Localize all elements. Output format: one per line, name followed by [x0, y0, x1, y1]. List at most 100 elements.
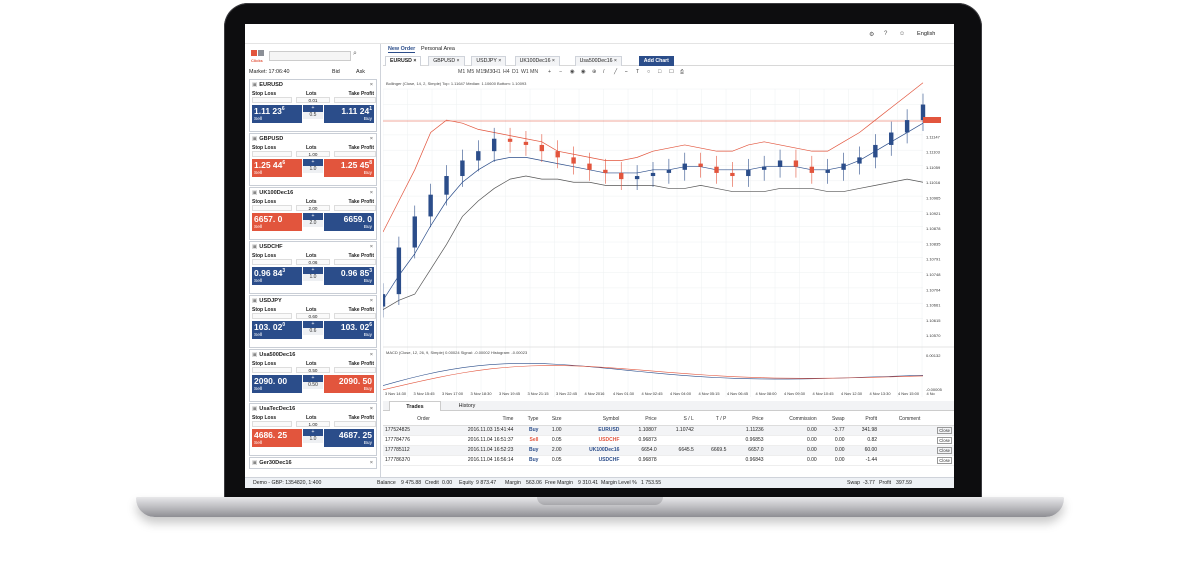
- drawing-tool-icon[interactable]: □: [658, 69, 661, 75]
- close-trade-button[interactable]: Close: [937, 446, 952, 454]
- table-row[interactable]: 177785112 2016.11.04 16:52:23 Buy 2.00 U…: [383, 445, 954, 456]
- drawing-tool-icon[interactable]: ╱: [614, 69, 617, 75]
- drawing-tool-icon[interactable]: ⎙: [680, 69, 684, 76]
- symbol-search-input[interactable]: [269, 51, 351, 61]
- stop-loss-input[interactable]: [252, 313, 292, 319]
- language-selector[interactable]: English: [917, 31, 935, 37]
- timeframe-w1[interactable]: W1: [521, 69, 529, 75]
- take-profit-input[interactable]: [334, 205, 376, 211]
- timeframe-h1[interactable]: H1: [494, 69, 501, 75]
- lots-input[interactable]: 2.00: [296, 205, 330, 211]
- close-icon[interactable]: ×: [370, 82, 373, 88]
- tab-chart-uk100dec16[interactable]: UK100Dec16 ×: [514, 56, 560, 66]
- column-header[interactable]: Commission: [765, 414, 819, 426]
- plus-icon[interactable]: +: [303, 213, 323, 220]
- plus-icon[interactable]: +: [303, 267, 323, 274]
- stop-loss-input[interactable]: [252, 421, 292, 427]
- drawing-tool-icon[interactable]: ⎯: [625, 69, 628, 76]
- sell-button[interactable]: 1.25 446 Sell: [252, 159, 302, 177]
- settings-icon[interactable]: ⚙: [869, 31, 874, 38]
- close-icon[interactable]: ×: [370, 244, 373, 250]
- close-trade-button[interactable]: Close: [937, 456, 952, 464]
- buy-button[interactable]: 4687. 25 Buy: [324, 429, 374, 447]
- close-icon[interactable]: ×: [370, 298, 373, 304]
- close-icon[interactable]: ×: [370, 190, 373, 196]
- timeframe-mn[interactable]: MN: [530, 69, 538, 75]
- tab-new-order[interactable]: New Order: [388, 46, 416, 53]
- lots-input[interactable]: 0.60: [296, 313, 330, 319]
- drawing-tool-icon[interactable]: /: [603, 69, 604, 75]
- timeframe-h4[interactable]: H4: [503, 69, 510, 75]
- take-profit-input[interactable]: [334, 421, 376, 427]
- drawing-tool-icon[interactable]: ◉: [570, 69, 575, 75]
- drawing-tool-icon[interactable]: ☐: [669, 69, 674, 75]
- plus-icon[interactable]: +: [303, 429, 323, 436]
- tab-chart-gbpusd[interactable]: GBPUSD ×: [428, 56, 465, 66]
- column-header[interactable]: Type: [515, 414, 541, 426]
- stop-loss-input[interactable]: [252, 259, 292, 265]
- column-header[interactable]: Order: [383, 414, 432, 426]
- close-trade-button[interactable]: Close: [937, 436, 952, 444]
- column-header[interactable]: Price: [728, 414, 766, 426]
- column-header[interactable]: T / P: [695, 414, 729, 426]
- plus-icon[interactable]: +: [303, 375, 323, 382]
- search-icon[interactable]: ⌕: [353, 50, 357, 58]
- tab-personal-area[interactable]: Personal Area: [421, 46, 455, 52]
- stop-loss-input[interactable]: [252, 205, 292, 211]
- tab-chart-eurusd[interactable]: EURUSD ×: [385, 56, 422, 66]
- plus-icon[interactable]: +: [303, 321, 323, 328]
- take-profit-input[interactable]: [334, 367, 376, 373]
- help-icon[interactable]: ?: [884, 31, 887, 37]
- lots-input[interactable]: 0.06: [296, 259, 330, 265]
- take-profit-input[interactable]: [334, 151, 376, 157]
- user-icon[interactable]: ☺: [899, 31, 905, 37]
- lots-input[interactable]: 0.50: [296, 367, 330, 373]
- column-header[interactable]: Size: [540, 414, 564, 426]
- column-header[interactable]: Time: [431, 414, 516, 426]
- drawing-tool-icon[interactable]: −: [559, 69, 562, 75]
- drawing-tool-icon[interactable]: T: [636, 69, 639, 75]
- sell-button[interactable]: 2090. 00 Sell: [252, 375, 302, 393]
- buy-button[interactable]: 2090. 50 Buy: [324, 375, 374, 393]
- lots-input[interactable]: 0.01: [296, 97, 330, 103]
- timeframe-m1[interactable]: M1: [458, 69, 465, 75]
- column-header[interactable]: Profit: [846, 414, 880, 426]
- stop-loss-input[interactable]: [252, 367, 292, 373]
- table-row[interactable]: 177524825 2016.11.03 15:41:44 Buy 1.00 E…: [383, 425, 954, 436]
- lots-input[interactable]: 1.00: [296, 151, 330, 157]
- drawing-tool-icon[interactable]: ○: [647, 69, 650, 75]
- close-icon[interactable]: ×: [370, 406, 373, 412]
- plus-icon[interactable]: +: [303, 105, 323, 112]
- table-row[interactable]: 177784776 2016.11.04 16:51:37 Sell 0.05 …: [383, 435, 954, 446]
- stop-loss-input[interactable]: [252, 151, 292, 157]
- stop-loss-input[interactable]: [252, 97, 292, 103]
- column-header[interactable]: S / L: [658, 414, 696, 426]
- sell-button[interactable]: 0.96 843 Sell: [252, 267, 302, 285]
- tab-trades[interactable]: Trades: [389, 401, 441, 411]
- tab-history[interactable]: History: [441, 401, 493, 411]
- take-profit-input[interactable]: [334, 313, 376, 319]
- add-chart-button[interactable]: Add Chart: [638, 56, 674, 66]
- take-profit-input[interactable]: [334, 259, 376, 265]
- tab-chart-usa500dec16[interactable]: Usa500Dec16 ×: [574, 56, 622, 66]
- column-header[interactable]: Swap: [818, 414, 847, 426]
- buy-button[interactable]: 1.25 458 Buy: [324, 159, 374, 177]
- lots-input[interactable]: 1.00: [296, 421, 330, 427]
- table-row[interactable]: 177786370 2016.11.04 16:56:14 Buy 0.05 U…: [383, 455, 954, 466]
- tab-chart-usdjpy[interactable]: USDJPY ×: [471, 56, 507, 66]
- drawing-tool-icon[interactable]: ⊕: [592, 69, 596, 75]
- drawing-tool-icon[interactable]: ◉: [581, 69, 586, 75]
- column-header[interactable]: Price: [621, 414, 659, 426]
- close-icon[interactable]: ×: [370, 136, 373, 142]
- buy-button[interactable]: 6659. 0 Buy: [324, 213, 374, 231]
- sell-button[interactable]: 1.11 236 Sell: [252, 105, 302, 123]
- price-chart[interactable]: Bollinger (Close, 14, 2, Simple) Top: 1.…: [383, 77, 954, 397]
- close-icon[interactable]: ×: [370, 460, 373, 466]
- close-icon[interactable]: ×: [370, 352, 373, 358]
- buy-button[interactable]: 1.11 241 Buy: [324, 105, 374, 123]
- sell-button[interactable]: 4686. 25 Sell: [252, 429, 302, 447]
- column-header[interactable]: Comment: [879, 414, 923, 426]
- take-profit-input[interactable]: [334, 97, 376, 103]
- buy-button[interactable]: 103. 026 Buy: [324, 321, 374, 339]
- drawing-tool-icon[interactable]: +: [548, 69, 551, 75]
